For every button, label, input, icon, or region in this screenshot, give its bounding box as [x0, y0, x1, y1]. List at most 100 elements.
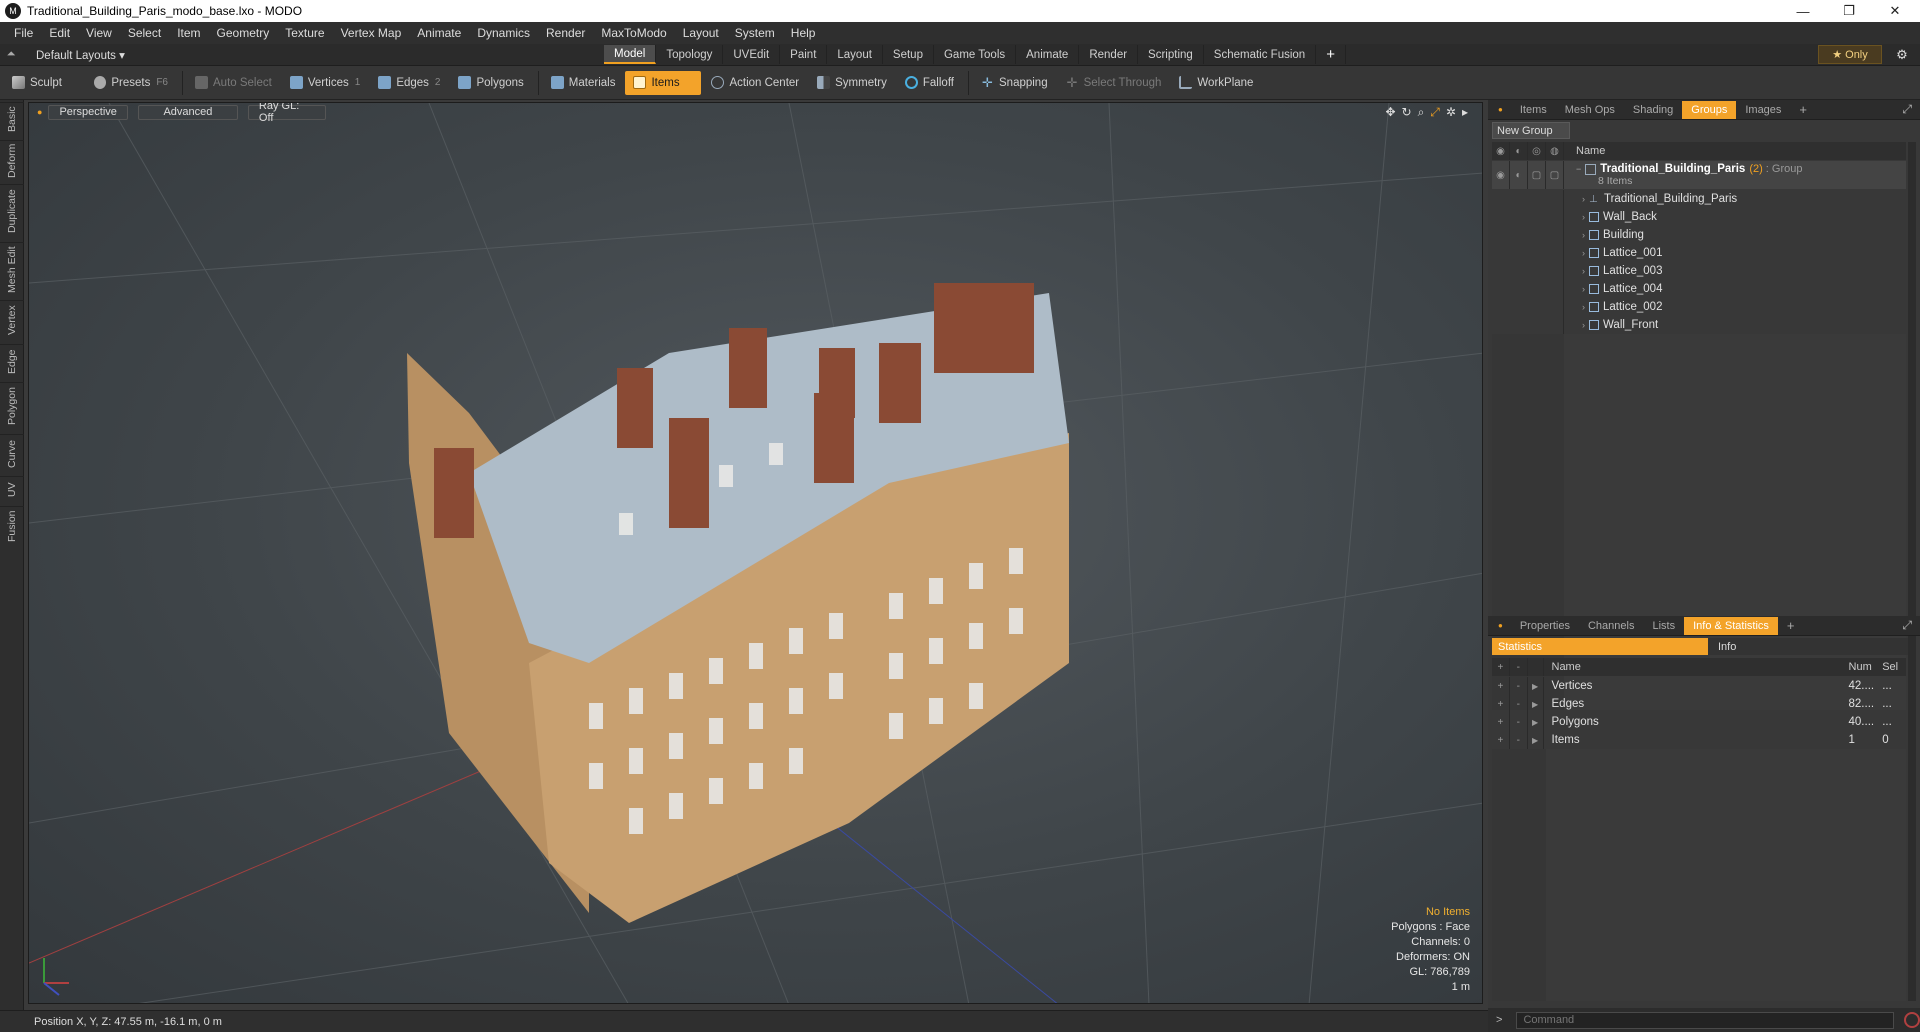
tab-uvedit[interactable]: UVEdit	[723, 45, 781, 64]
falloff-button[interactable]: Falloff	[897, 71, 962, 95]
tab-shading[interactable]: Shading	[1624, 101, 1682, 119]
select-toggle-icon[interactable]: ▢	[1546, 161, 1564, 189]
tab-scripting[interactable]: Scripting	[1138, 45, 1204, 64]
presets-button[interactable]: Presets F6	[86, 71, 176, 95]
panel-menu-icon[interactable]: ●	[1498, 105, 1503, 114]
menu-dynamics[interactable]: Dynamics	[477, 26, 530, 40]
workplane-button[interactable]: WorkPlane	[1171, 71, 1261, 95]
advanced-dropdown[interactable]: Advanced	[137, 104, 238, 120]
tab-images[interactable]: Images	[1736, 101, 1790, 119]
expand-triangle-icon[interactable]: ▶	[1528, 731, 1544, 749]
tab-animate[interactable]: Animate	[1016, 45, 1080, 64]
menu-help[interactable]: Help	[791, 26, 816, 40]
tab-lists[interactable]: Lists	[1643, 617, 1684, 635]
add-icon[interactable]: +	[1492, 731, 1510, 749]
vtab-polygon[interactable]: Polygon	[0, 382, 24, 430]
tab-paint[interactable]: Paint	[780, 45, 828, 64]
table-row[interactable]: + - ▶ Vertices 42.......	[1492, 677, 1906, 695]
record-icon[interactable]	[1904, 1012, 1920, 1028]
menu-item[interactable]: Item	[177, 26, 200, 40]
pan-icon[interactable]: ✥	[1385, 105, 1395, 120]
menu-vertex-map[interactable]: Vertex Map	[341, 26, 402, 40]
expand-triangle-icon[interactable]: ▶	[1528, 677, 1544, 695]
vtab-basic[interactable]: Basic	[0, 102, 24, 136]
remove-icon[interactable]: -	[1510, 695, 1528, 713]
raygl-dropdown[interactable]: Ray GL: Off	[247, 103, 326, 124]
tab-mesh-ops[interactable]: Mesh Ops	[1556, 101, 1624, 119]
symmetry-button[interactable]: Symmetry	[809, 71, 895, 95]
fit-icon[interactable]: ⤢	[1430, 105, 1440, 120]
info-subtab[interactable]: Info	[1708, 638, 1908, 655]
render-toggle-icon[interactable]: ◐	[1510, 161, 1528, 189]
menu-maxtomodo[interactable]: MaxToModo	[601, 26, 666, 40]
table-row[interactable]: + - ▶ Items 1 0	[1492, 731, 1906, 749]
auto-select-button[interactable]: Auto Select	[187, 71, 280, 95]
expand-triangle-icon[interactable]: ▶	[1528, 713, 1544, 731]
tab-layout[interactable]: Layout	[827, 45, 883, 64]
vtab-duplicate[interactable]: Duplicate	[0, 184, 24, 238]
list-item[interactable]: › ⊥ Traditional_Building_Paris	[1492, 190, 1906, 208]
add-icon[interactable]: +	[1492, 677, 1510, 695]
add-panel-tab-icon[interactable]: +	[1790, 101, 1816, 119]
tab-items[interactable]: Items	[1511, 101, 1556, 119]
collapse-icon[interactable]: −	[1576, 164, 1581, 174]
items-button[interactable]: Items	[625, 70, 702, 95]
zoom-icon[interactable]: ⌕	[1418, 105, 1425, 120]
remove-icon[interactable]: -	[1510, 731, 1528, 749]
tab-model[interactable]: Model	[604, 45, 657, 64]
vtab-deform[interactable]: Deform	[0, 140, 24, 180]
new-group-button[interactable]: New Group	[1492, 122, 1570, 139]
eye-icon[interactable]: ◉	[1492, 161, 1510, 189]
collapse-all-icon[interactable]: -	[1510, 658, 1528, 676]
vtab-curve[interactable]: Curve	[0, 434, 24, 472]
list-item[interactable]: › Lattice_003	[1492, 262, 1906, 280]
menu-view[interactable]: View	[86, 26, 112, 40]
list-item[interactable]: › Lattice_004	[1492, 280, 1906, 298]
vtab-mesh-edit[interactable]: Mesh Edit	[0, 242, 24, 296]
stats-scrollbar[interactable]	[1908, 658, 1916, 1001]
list-item[interactable]: › Wall_Back	[1492, 208, 1906, 226]
vtab-edge[interactable]: Edge	[0, 344, 24, 378]
remove-icon[interactable]: -	[1510, 677, 1528, 695]
menu-texture[interactable]: Texture	[285, 26, 324, 40]
group-row[interactable]: ◉ ◐ ▢ ▢ − Traditional_Building_Paris (2)…	[1492, 161, 1906, 189]
tab-topology[interactable]: Topology	[656, 45, 724, 64]
close-button[interactable]: ✕	[1872, 0, 1918, 22]
action-center-button[interactable]: Action Center	[703, 71, 807, 95]
menu-animate[interactable]: Animate	[417, 26, 461, 40]
list-item[interactable]: › Lattice_001	[1492, 244, 1906, 262]
minimize-button[interactable]: —	[1780, 0, 1826, 22]
menu-system[interactable]: System	[735, 26, 775, 40]
gear-icon[interactable]: ⚙	[1892, 45, 1912, 64]
add-tab-button[interactable]: +	[1316, 45, 1346, 64]
list-item[interactable]: › Building	[1492, 226, 1906, 244]
table-row[interactable]: + - ▶ Edges 82.......	[1492, 695, 1906, 713]
tab-properties[interactable]: Properties	[1511, 617, 1579, 635]
select-through-button[interactable]: ✛ Select Through	[1058, 71, 1170, 95]
3d-viewport[interactable]: ● Perspective Advanced Ray GL: Off ✥ ↻ ⌕…	[28, 102, 1483, 1004]
maximize-button[interactable]: ❐	[1826, 0, 1872, 22]
only-toggle[interactable]: ★ Only	[1818, 45, 1882, 64]
add-icon[interactable]: +	[1492, 695, 1510, 713]
table-row[interactable]: + - ▶ Polygons 40.......	[1492, 713, 1906, 731]
menu-file[interactable]: File	[14, 26, 33, 40]
tab-groups[interactable]: Groups	[1682, 100, 1737, 119]
rotate-icon[interactable]: ↻	[1402, 105, 1412, 120]
expand-triangle-icon[interactable]: ▶	[1528, 695, 1544, 713]
sculpt-button[interactable]: Sculpt	[4, 71, 84, 95]
tab-game-tools[interactable]: Game Tools	[934, 45, 1017, 64]
add-icon[interactable]: +	[1492, 713, 1510, 731]
menu-edit[interactable]: Edit	[49, 26, 70, 40]
tab-render[interactable]: Render	[1079, 45, 1139, 64]
default-layouts-dropdown[interactable]: Default Layouts ▾	[22, 48, 132, 62]
remove-icon[interactable]: -	[1510, 713, 1528, 731]
statistics-subtab[interactable]: Statistics	[1492, 638, 1708, 655]
viewport-settings-icon[interactable]: ✲	[1446, 105, 1456, 120]
tab-channels[interactable]: Channels	[1579, 617, 1643, 635]
vtab-uv[interactable]: UV	[0, 476, 24, 502]
command-input[interactable]	[1516, 1011, 1895, 1029]
vtab-fusion[interactable]: Fusion	[0, 506, 24, 546]
lock-toggle-icon[interactable]: ▢	[1528, 161, 1546, 189]
viewport-menu-icon[interactable]: ●	[37, 107, 42, 117]
layout-collapse-icon[interactable]: ⏶	[0, 48, 22, 61]
